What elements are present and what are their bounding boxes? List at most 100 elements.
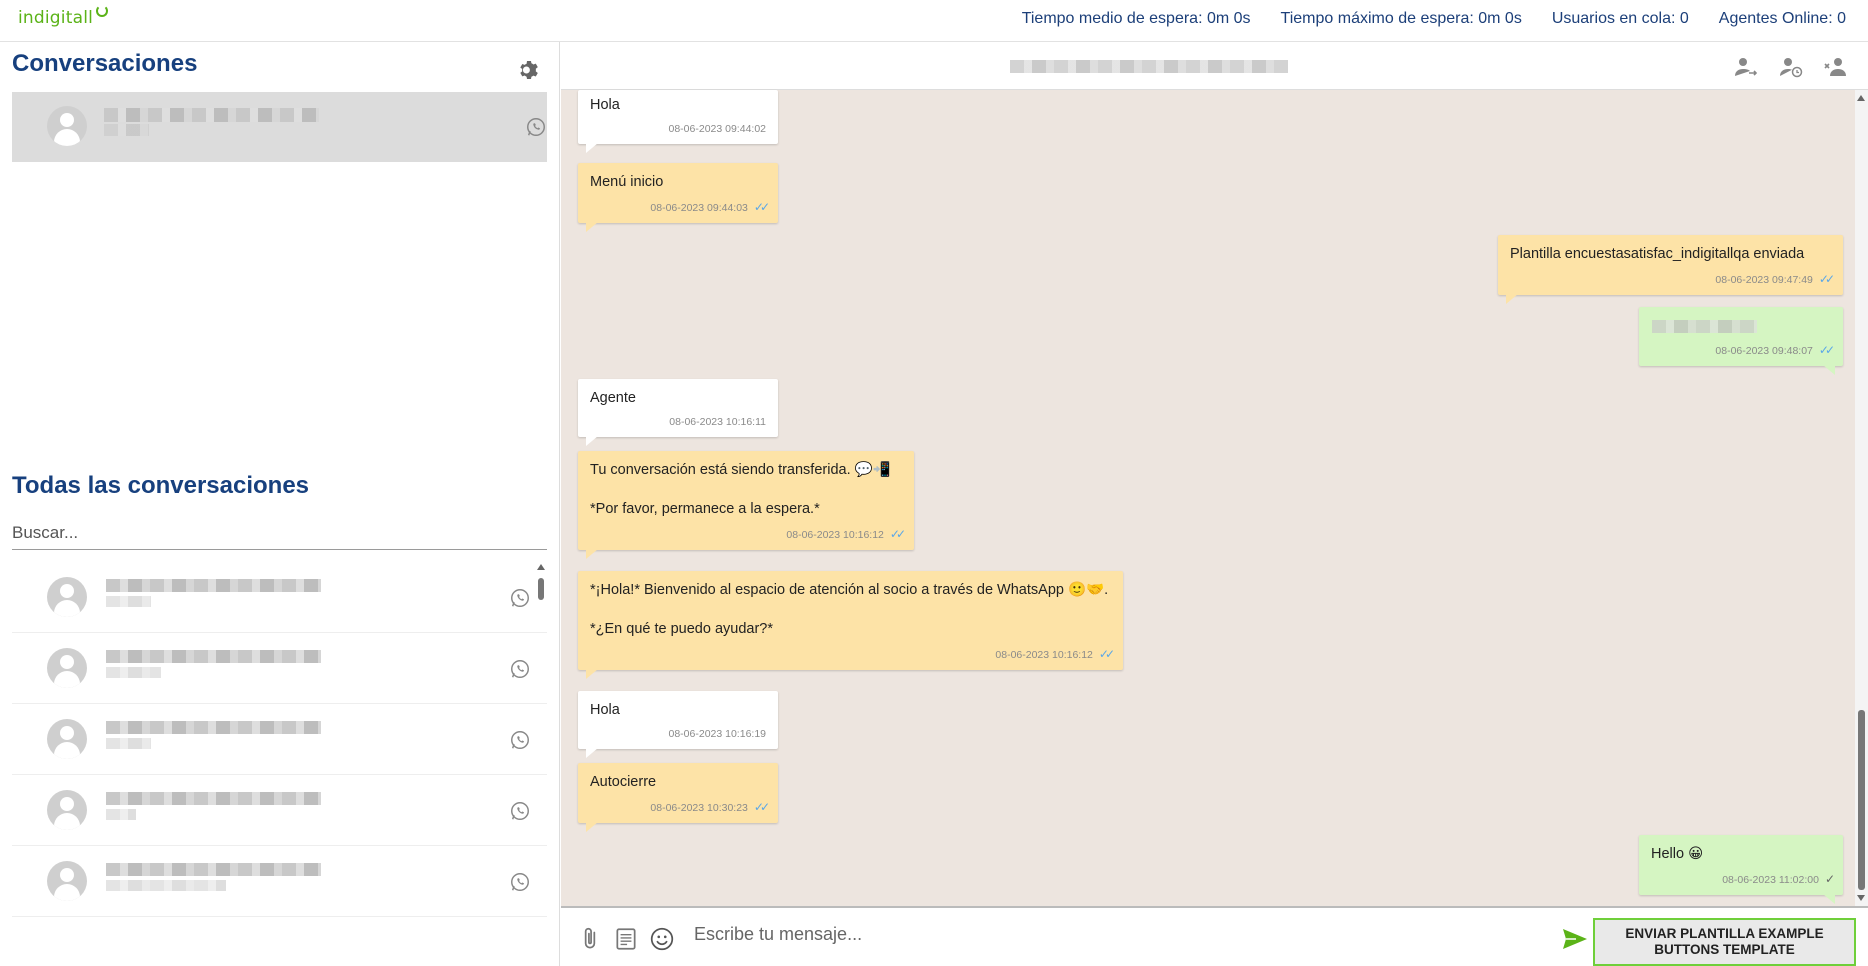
gear-icon[interactable] <box>517 58 541 82</box>
agents-online: Agentes Online: 0 <box>1718 10 1846 27</box>
message-text: Hello 😀 <box>1651 846 1704 862</box>
read-receipt-icon: ✓✓ <box>753 199 770 214</box>
paperclip-icon[interactable] <box>577 926 603 952</box>
list-item[interactable] <box>12 775 547 846</box>
chat-header <box>561 42 1868 90</box>
message-bubble-incoming: Hola 08-06-2023 09:44:02 <box>578 90 778 153</box>
read-receipt-icon: ✓✓ <box>1818 271 1835 286</box>
active-conversation[interactable] <box>12 92 547 162</box>
user-clock-icon[interactable] <box>1779 56 1803 78</box>
message-time: 08-06-2023 11:02:00 <box>1722 873 1819 886</box>
chat-messages: Hola 08-06-2023 09:44:02 Menú inicio 08-… <box>561 90 1855 906</box>
message-text-redacted <box>1652 320 1757 333</box>
whatsapp-icon <box>511 660 529 678</box>
message-bubble-incoming: Hola 08-06-2023 10:16:19 <box>578 691 778 758</box>
message-time: 08-06-2023 10:16:11 <box>669 415 766 428</box>
user-avatar-icon <box>47 106 87 146</box>
message-bubble-bot: Menú inicio 08-06-2023 09:44:03 ✓✓ <box>578 163 778 232</box>
scroll-thumb[interactable] <box>538 578 544 600</box>
message-meta: 08-06-2023 09:47:49 ✓✓ <box>1510 271 1835 287</box>
scroll-up-arrow[interactable] <box>1857 95 1865 101</box>
whatsapp-icon <box>511 731 529 749</box>
queue-stats: Tiempo medio de espera: 0m 0s Tiempo máx… <box>1022 10 1846 28</box>
message-time: 08-06-2023 10:30:23 <box>650 801 748 814</box>
read-receipt-icon: ✓✓ <box>753 799 770 814</box>
message-bubble-bot: *¡Hola!* Bienvenido al espacio de atenci… <box>578 571 1123 679</box>
read-receipt-icon: ✓✓ <box>1818 343 1835 357</box>
message-bubble-outgoing: 08-06-2023 09:48:07 ✓✓ <box>1639 307 1843 376</box>
message-composer: ENVIAR PLANTILLA EXAMPLE BUTTONS TEMPLAT… <box>561 906 1868 966</box>
send-icon[interactable] <box>1562 928 1588 950</box>
contact-name-redacted <box>106 721 321 734</box>
remove-user-icon[interactable] <box>1824 56 1848 78</box>
message-meta: 08-06-2023 10:16:12 ✓✓ <box>590 526 906 542</box>
contact-name-redacted <box>106 579 321 592</box>
document-icon[interactable] <box>613 926 639 952</box>
message-time: 08-06-2023 10:16:12 <box>995 648 1093 661</box>
message-meta: 08-06-2023 10:16:12 ✓✓ <box>590 646 1115 662</box>
message-text: Autocierre <box>590 774 657 790</box>
message-text: *¡Hola!* Bienvenido al espacio de atenci… <box>590 582 1109 638</box>
contact-name-redacted <box>106 792 321 805</box>
contact-name-redacted <box>106 650 321 663</box>
contact-name-redacted <box>104 108 319 122</box>
message-input[interactable] <box>694 916 1494 952</box>
chat-contact-redacted <box>1010 60 1288 73</box>
message-text: Menú inicio <box>590 174 664 190</box>
brand-logo: indigitall <box>18 5 109 28</box>
conversation-list-scrollbar[interactable] <box>536 564 546 944</box>
message-meta: 08-06-2023 09:44:03 ✓✓ <box>590 199 770 215</box>
contact-sub-redacted <box>106 880 226 891</box>
search-input[interactable] <box>12 517 547 550</box>
message-bubble-bot: Autocierre 08-06-2023 10:30:23 ✓✓ <box>578 763 778 832</box>
contact-sub-redacted <box>106 667 161 678</box>
send-template-button[interactable]: ENVIAR PLANTILLA EXAMPLE BUTTONS TEMPLAT… <box>1593 918 1856 966</box>
list-item[interactable] <box>12 562 547 633</box>
brand-logo-mark <box>96 5 109 17</box>
brand-name: indigitall <box>18 8 94 28</box>
user-avatar-icon <box>47 861 87 901</box>
list-item[interactable] <box>12 633 547 704</box>
chat-scrollbar[interactable] <box>1855 90 1868 906</box>
message-time: 08-06-2023 09:44:02 <box>668 122 767 135</box>
smiley-icon[interactable] <box>649 926 675 952</box>
sent-receipt-icon: ✓ <box>1824 871 1835 886</box>
message-meta: 08-06-2023 09:44:02 <box>590 122 767 136</box>
max-wait-time: Tiempo máximo de espera: 0m 0s <box>1280 10 1522 27</box>
message-time: 08-06-2023 09:47:49 <box>1715 273 1813 286</box>
contact-sub-redacted <box>106 809 136 820</box>
avg-wait-time: Tiempo medio de espera: 0m 0s <box>1021 10 1251 27</box>
top-bar: indigitall Tiempo medio de espera: 0m 0s… <box>0 0 1868 42</box>
message-bubble-outgoing: Hello 😀 08-06-2023 11:02:00 ✓ <box>1639 835 1843 904</box>
message-meta: 08-06-2023 09:48:07 ✓✓ <box>1651 342 1835 358</box>
message-text: Hola <box>590 702 620 718</box>
contact-sub-redacted <box>106 596 151 607</box>
list-item[interactable] <box>12 704 547 775</box>
user-avatar-icon <box>47 648 87 688</box>
conversation-list <box>12 562 547 947</box>
scroll-down-arrow[interactable] <box>1857 895 1865 901</box>
contact-sub-redacted <box>104 124 149 136</box>
whatsapp-icon <box>511 589 529 607</box>
scroll-thumb[interactable] <box>1858 710 1865 890</box>
conversations-panel: Conversaciones Todas las conversaciones <box>0 42 560 966</box>
scroll-up-arrow[interactable] <box>537 564 545 570</box>
message-bubble-incoming: Agente 08-06-2023 10:16:11 <box>578 379 778 446</box>
whatsapp-icon <box>511 873 529 891</box>
message-text: Tu conversación está siendo transferida.… <box>590 462 891 518</box>
message-bubble-bot: Tu conversación está siendo transferida.… <box>578 451 914 559</box>
message-meta: 08-06-2023 10:16:11 <box>590 415 766 429</box>
conversations-title: Conversaciones <box>12 50 198 77</box>
all-conversations-title: Todas las conversaciones <box>12 472 310 499</box>
list-item[interactable] <box>12 846 547 917</box>
whatsapp-icon <box>511 802 529 820</box>
message-time: 08-06-2023 10:16:12 <box>786 528 884 541</box>
users-in-queue: Usuarios en cola: 0 <box>1551 10 1689 27</box>
contact-name-redacted <box>106 863 321 876</box>
message-time: 08-06-2023 09:48:07 <box>1715 345 1813 357</box>
whatsapp-icon <box>527 118 545 136</box>
user-avatar-icon <box>47 577 87 617</box>
message-text: Agente <box>590 390 636 406</box>
user-avatar-icon <box>47 790 87 830</box>
transfer-user-icon[interactable] <box>1734 56 1758 78</box>
